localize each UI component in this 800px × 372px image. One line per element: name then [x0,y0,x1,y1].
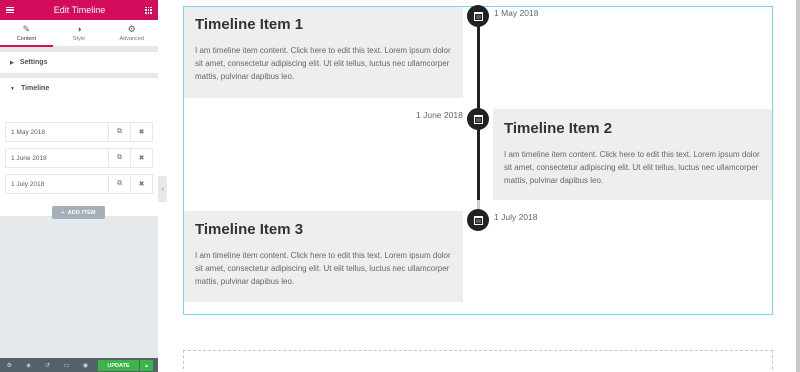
timeline-date: 1 July 2018 [494,212,538,222]
timeline-item-text: I am timeline item content. Click here t… [195,46,451,81]
calendar-icon [473,215,483,225]
caret-down-icon: ▼ [10,85,15,92]
remove-icon[interactable]: ✖ [130,149,152,167]
section-settings-label: Settings [19,59,48,66]
tab-advanced[interactable]: ⚙ Advanced [105,20,158,46]
tab-content[interactable]: ✎ Content [0,20,53,47]
timeline-marker [467,5,489,27]
canvas-scrollbar[interactable] [796,0,800,372]
timeline-item-title: Timeline Item 1 [195,16,304,33]
gear-icon: ⚙ [127,24,136,34]
editor-panel: Edit Timeline ✎ Content ◑ Style ⚙ Advanc… [0,0,158,372]
tab-style[interactable]: ◑ Style [53,20,106,46]
collapse-panel-handle[interactable]: ‹ [158,176,167,202]
repeater-item-label: 1 July 2018 [11,180,45,188]
preview-eye-icon[interactable]: ◉ [76,362,95,369]
timeline-item-text: I am timeline item content. Click here t… [195,251,451,286]
remove-icon[interactable]: ✖ [130,175,152,193]
timeline-item-text: I am timeline item content. Click here t… [504,150,760,185]
settings-icon[interactable]: ⚙ [0,362,19,369]
caret-right-icon: ▶ [10,59,14,66]
layers-icon[interactable]: ◈ [19,362,38,369]
panel-header: Edit Timeline [0,0,158,20]
update-button[interactable]: UPDATE [98,360,139,371]
update-options-icon[interactable]: ▲ [140,360,153,371]
tab-style-label: Style [72,36,86,42]
panel-title: Edit Timeline [53,5,106,15]
repeater-item-label: 1 June 2018 [11,154,47,162]
timeline-date: 1 May 2018 [494,8,539,18]
duplicate-icon[interactable]: ⧉ [108,175,130,193]
duplicate-icon[interactable]: ⧉ [108,123,130,141]
timeline-card[interactable]: Timeline Item 2 I am timeline item conte… [493,109,772,200]
repeater-item[interactable]: 1 June 2018 ⧉ ✖ [5,148,153,168]
add-item-label: ADD ITEM [67,209,96,216]
panel-tabs: ✎ Content ◑ Style ⚙ Advanced [0,20,158,47]
timeline-date: 1 June 2018 [416,110,463,120]
history-icon[interactable]: ↺ [38,362,57,369]
repeater-item[interactable]: 1 May 2018 ⧉ ✖ [5,122,153,142]
section-timeline-label: Timeline [20,85,50,92]
section-settings[interactable]: ▶ Settings [0,52,158,73]
add-section-dropzone[interactable] [183,350,773,372]
repeater-item[interactable]: 1 July 2018 ⧉ ✖ [5,174,153,194]
menu-icon[interactable] [6,7,14,13]
panel-footer: ⚙ ◈ ↺ ▭ ◉ UPDATE ▲ [0,358,158,372]
timeline-card[interactable]: Timeline Item 3 I am timeline item conte… [184,211,463,302]
scrollbar-thumb[interactable] [796,0,800,372]
calendar-icon [473,114,483,124]
section-timeline[interactable]: ▼ Timeline [0,78,158,99]
timeline-item-title: Timeline Item 3 [195,221,304,238]
plus-icon: + [61,209,65,216]
pencil-icon: ✎ [22,24,31,34]
calendar-icon [473,11,483,21]
timeline-marker [467,108,489,130]
duplicate-icon[interactable]: ⧉ [108,149,130,167]
timeline-card[interactable]: Timeline Item 1 I am timeline item conte… [184,7,463,98]
responsive-icon[interactable]: ▭ [57,362,76,369]
add-item-button[interactable]: + ADD ITEM [52,206,105,219]
widgets-grid-icon[interactable] [145,6,152,14]
tab-advanced-label: Advanced [119,36,144,42]
timeline-marker [467,209,489,231]
tab-content-label: Content [16,36,36,42]
contrast-icon: ◑ [76,24,82,34]
repeater-item-label: 1 May 2018 [11,128,45,136]
timeline-item-title: Timeline Item 2 [504,120,613,137]
remove-icon[interactable]: ✖ [130,123,152,141]
